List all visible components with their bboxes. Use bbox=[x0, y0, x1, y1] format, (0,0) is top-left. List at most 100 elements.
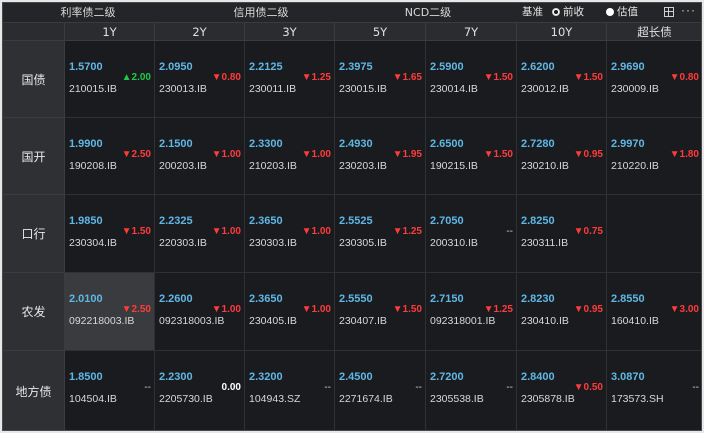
bond-code: 230013.IB bbox=[159, 83, 207, 95]
row-header[interactable]: 国债 bbox=[3, 41, 65, 118]
header-corner bbox=[3, 23, 65, 41]
tab-rate-bond[interactable]: 利率债二级 bbox=[3, 3, 173, 22]
bond-code: 104504.IB bbox=[69, 393, 117, 405]
quote-cell[interactable]: 2.5900 ▼1.50 230014.IB bbox=[426, 41, 517, 118]
change-value: ▼1.65 bbox=[392, 72, 422, 83]
more-options-icon[interactable]: ··· bbox=[681, 3, 696, 22]
change-value: ▼0.80 bbox=[669, 72, 699, 83]
change-value: -- bbox=[506, 226, 513, 237]
bond-code: 230410.IB bbox=[521, 315, 569, 327]
quote-cell[interactable]: 1.9900 ▼2.50 190208.IB bbox=[65, 118, 155, 195]
yield-value: 2.7150 bbox=[430, 293, 464, 305]
change-value: ▼2.50 bbox=[121, 304, 151, 315]
row-header[interactable]: 口行 bbox=[3, 195, 65, 273]
yield-value: 3.0870 bbox=[611, 371, 645, 383]
quote-cell[interactable] bbox=[607, 195, 701, 273]
quote-cell[interactable]: 2.9690 ▼0.80 230009.IB bbox=[607, 41, 701, 118]
tab-credit-bond[interactable]: 信用债二级 bbox=[173, 3, 349, 22]
bond-code: 210220.IB bbox=[611, 160, 659, 172]
bond-code: 092318003.IB bbox=[159, 315, 225, 327]
quote-cell[interactable]: 1.8500 -- 104504.IB bbox=[65, 351, 155, 430]
yield-value: 1.8500 bbox=[69, 371, 103, 383]
quote-cell[interactable]: 2.6200 ▼1.50 230012.IB bbox=[517, 41, 607, 118]
quote-cell[interactable]: 1.5700 ▲2.00 210015.IB bbox=[65, 41, 155, 118]
yield-value: 2.7280 bbox=[521, 138, 555, 150]
change-value: -- bbox=[415, 382, 422, 393]
quote-cell[interactable]: 2.3200 -- 104943.SZ bbox=[245, 351, 335, 430]
quote-cell[interactable]: 2.2600 ▼1.00 092318003.IB bbox=[155, 273, 245, 351]
quote-cell[interactable]: 2.7280 ▼0.95 230210.IB bbox=[517, 118, 607, 195]
change-value: ▼1.00 bbox=[211, 226, 241, 237]
change-value: ▼2.50 bbox=[121, 149, 151, 160]
yield-value: 2.9690 bbox=[611, 61, 645, 73]
quote-cell[interactable]: 2.7200 -- 2305538.IB bbox=[426, 351, 517, 430]
quote-cell[interactable]: 1.9850 ▼1.50 230304.IB bbox=[65, 195, 155, 273]
quote-cell[interactable]: 2.8250 ▼0.75 230311.IB bbox=[517, 195, 607, 273]
change-value: ▼0.50 bbox=[573, 382, 603, 393]
quote-cell[interactable]: 2.1500 ▼1.00 200203.IB bbox=[155, 118, 245, 195]
yield-value: 2.2125 bbox=[249, 61, 283, 73]
quote-cell[interactable]: 2.9970 ▼1.80 210220.IB bbox=[607, 118, 701, 195]
quote-cell[interactable]: 2.8550 ▼3.00 160410.IB bbox=[607, 273, 701, 351]
change-value: ▼1.95 bbox=[392, 149, 422, 160]
column-header[interactable]: 5Y bbox=[335, 23, 426, 41]
tab-ncd[interactable]: NCD二级 bbox=[349, 3, 507, 22]
radio-valuation[interactable]: 估值 bbox=[606, 3, 638, 22]
quote-cell[interactable]: 2.8400 ▼0.50 2305878.IB bbox=[517, 351, 607, 430]
column-header[interactable]: 10Y bbox=[517, 23, 607, 41]
quote-cell[interactable]: 2.2300 0.00 2205730.IB bbox=[155, 351, 245, 430]
column-header[interactable]: 1Y bbox=[65, 23, 155, 41]
quote-cell[interactable]: 2.3975 ▼1.65 230015.IB bbox=[335, 41, 426, 118]
quote-cell[interactable]: 2.4930 ▼1.95 230203.IB bbox=[335, 118, 426, 195]
bond-code: 092318001.IB bbox=[430, 315, 496, 327]
quote-cell[interactable]: 2.6500 ▼1.50 190215.IB bbox=[426, 118, 517, 195]
benchmark-label: 基准 bbox=[522, 6, 543, 18]
yield-value: 2.6200 bbox=[521, 61, 555, 73]
quote-cell[interactable]: 2.5550 ▼1.50 230407.IB bbox=[335, 273, 426, 351]
quote-cell[interactable]: 2.3300 ▼1.00 210203.IB bbox=[245, 118, 335, 195]
yield-value: 2.5900 bbox=[430, 61, 464, 73]
quote-cell[interactable]: 3.0870 -- 173573.SH bbox=[607, 351, 701, 430]
radio-prev-close-label: 前收 bbox=[563, 6, 584, 18]
quote-cell[interactable]: 2.0950 ▼0.80 230013.IB bbox=[155, 41, 245, 118]
quote-cell[interactable]: 2.3650 ▼1.00 230303.IB bbox=[245, 195, 335, 273]
quote-cell[interactable]: 2.5525 ▼1.25 230305.IB bbox=[335, 195, 426, 273]
grid-layout-icon[interactable] bbox=[664, 7, 674, 17]
top-toolbar: 利率债二级 信用债二级 NCD二级 基准 前收 估值 ··· bbox=[3, 3, 701, 23]
bond-code: 230304.IB bbox=[69, 237, 117, 249]
change-value: ▼0.75 bbox=[573, 226, 603, 237]
change-value: -- bbox=[144, 382, 151, 393]
change-value: ▼1.25 bbox=[301, 72, 331, 83]
change-value: ▼1.50 bbox=[483, 149, 513, 160]
quote-cell[interactable]: 2.2125 ▼1.25 230011.IB bbox=[245, 41, 335, 118]
quote-cell[interactable]: 2.4500 -- 2271674.IB bbox=[335, 351, 426, 430]
quote-cell[interactable]: 2.2325 ▼1.00 220303.IB bbox=[155, 195, 245, 273]
row-header[interactable]: 国开 bbox=[3, 118, 65, 195]
change-value: 0.00 bbox=[221, 382, 241, 393]
yield-value: 1.9900 bbox=[69, 138, 103, 150]
quote-cell[interactable]: 2.0100 ▼2.50 092218003.IB bbox=[65, 273, 155, 351]
column-header[interactable]: 超长债 bbox=[607, 23, 701, 41]
quote-cell[interactable]: 2.7150 ▼1.25 092318001.IB bbox=[426, 273, 517, 351]
quote-cell[interactable]: 2.8230 ▼0.95 230410.IB bbox=[517, 273, 607, 351]
yield-value: 2.3200 bbox=[249, 371, 283, 383]
column-header[interactable]: 7Y bbox=[426, 23, 517, 41]
column-header[interactable]: 2Y bbox=[155, 23, 245, 41]
radio-prev-close[interactable]: 前收 bbox=[552, 3, 584, 22]
quote-cell[interactable]: 2.7050 -- 200310.IB bbox=[426, 195, 517, 273]
bond-code: 2271674.IB bbox=[339, 393, 393, 405]
radio-selected-icon bbox=[552, 8, 560, 16]
bond-code: 230210.IB bbox=[521, 160, 569, 172]
change-value: ▼1.80 bbox=[669, 149, 699, 160]
bond-code: 220303.IB bbox=[159, 237, 207, 249]
row-header[interactable]: 地方债 bbox=[3, 351, 65, 430]
bond-code: 173573.SH bbox=[611, 393, 664, 405]
row-header[interactable]: 农发 bbox=[3, 273, 65, 351]
quote-cell[interactable]: 2.3650 ▼1.00 230405.IB bbox=[245, 273, 335, 351]
change-value: ▼0.95 bbox=[573, 304, 603, 315]
bond-code: 2205730.IB bbox=[159, 393, 213, 405]
yield-value: 2.1500 bbox=[159, 138, 193, 150]
column-header[interactable]: 3Y bbox=[245, 23, 335, 41]
yield-value: 2.8400 bbox=[521, 371, 555, 383]
bond-code: 230009.IB bbox=[611, 83, 659, 95]
